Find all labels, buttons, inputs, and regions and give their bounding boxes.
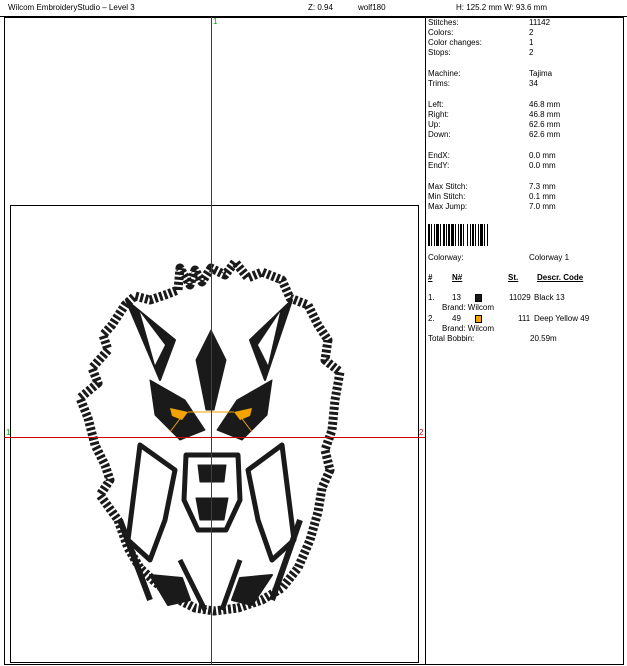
row-stitches: 11029 bbox=[509, 293, 531, 302]
colorway-label: Colorway: bbox=[428, 253, 464, 262]
col-header-desc: Descr. Code bbox=[537, 273, 584, 282]
col-header-needle: N# bbox=[452, 273, 463, 282]
row-desc: Deep Yellow 49 bbox=[534, 314, 590, 323]
stat-row: Max Stitch: 7.3 mm bbox=[428, 182, 556, 191]
row-needle: 13 bbox=[452, 293, 461, 302]
row-num: 1. bbox=[428, 293, 435, 302]
stat-row: Colors: 2 bbox=[428, 28, 534, 37]
row-brand: Brand: Wilcom bbox=[442, 303, 495, 312]
color-swatch bbox=[475, 315, 482, 323]
total-bobbin-value: 20.59m bbox=[530, 334, 557, 343]
stat-row: Min Stitch: 0.1 mm bbox=[428, 192, 556, 201]
row-needle: 49 bbox=[452, 314, 461, 323]
stat-row: Trims: 34 bbox=[428, 79, 538, 88]
stat-row: EndY: 0.0 mm bbox=[428, 161, 556, 170]
crosshair-horizontal bbox=[4, 437, 425, 438]
color-swatch bbox=[475, 294, 482, 302]
row-num: 2. bbox=[428, 314, 435, 323]
row-brand: Brand: Wilcom bbox=[442, 324, 495, 333]
row-desc: Black 13 bbox=[534, 293, 565, 302]
stat-row: Stops: 2 bbox=[428, 48, 534, 57]
row-stitches: 111 bbox=[518, 314, 531, 323]
total-bobbin-label: Total Bobbin: bbox=[428, 334, 475, 343]
marker-left: 1 bbox=[6, 428, 11, 437]
col-header-num: # bbox=[428, 273, 433, 282]
marker-right: 2 bbox=[419, 428, 424, 437]
barcode-image bbox=[428, 224, 520, 246]
stat-row: Machine: Tajima bbox=[428, 69, 553, 78]
stat-row: Right: 46.8 mm bbox=[428, 110, 561, 119]
stat-row: Down: 62.6 mm bbox=[428, 130, 561, 139]
crosshair-vertical bbox=[211, 17, 212, 665]
colorway-value: Colorway 1 bbox=[529, 253, 570, 262]
stat-row: Left: 46.8 mm bbox=[428, 100, 561, 109]
stat-row: Up: 62.6 mm bbox=[428, 120, 561, 129]
stat-row: EndX: 0.0 mm bbox=[428, 151, 556, 160]
col-header-stitches: St. bbox=[508, 273, 519, 282]
marker-top: 1 bbox=[213, 17, 218, 26]
stat-row: Max Jump: 7.0 mm bbox=[428, 202, 556, 211]
stat-row: Stitches: 11142 bbox=[428, 18, 551, 27]
stat-row: Color changes: 1 bbox=[428, 38, 534, 47]
